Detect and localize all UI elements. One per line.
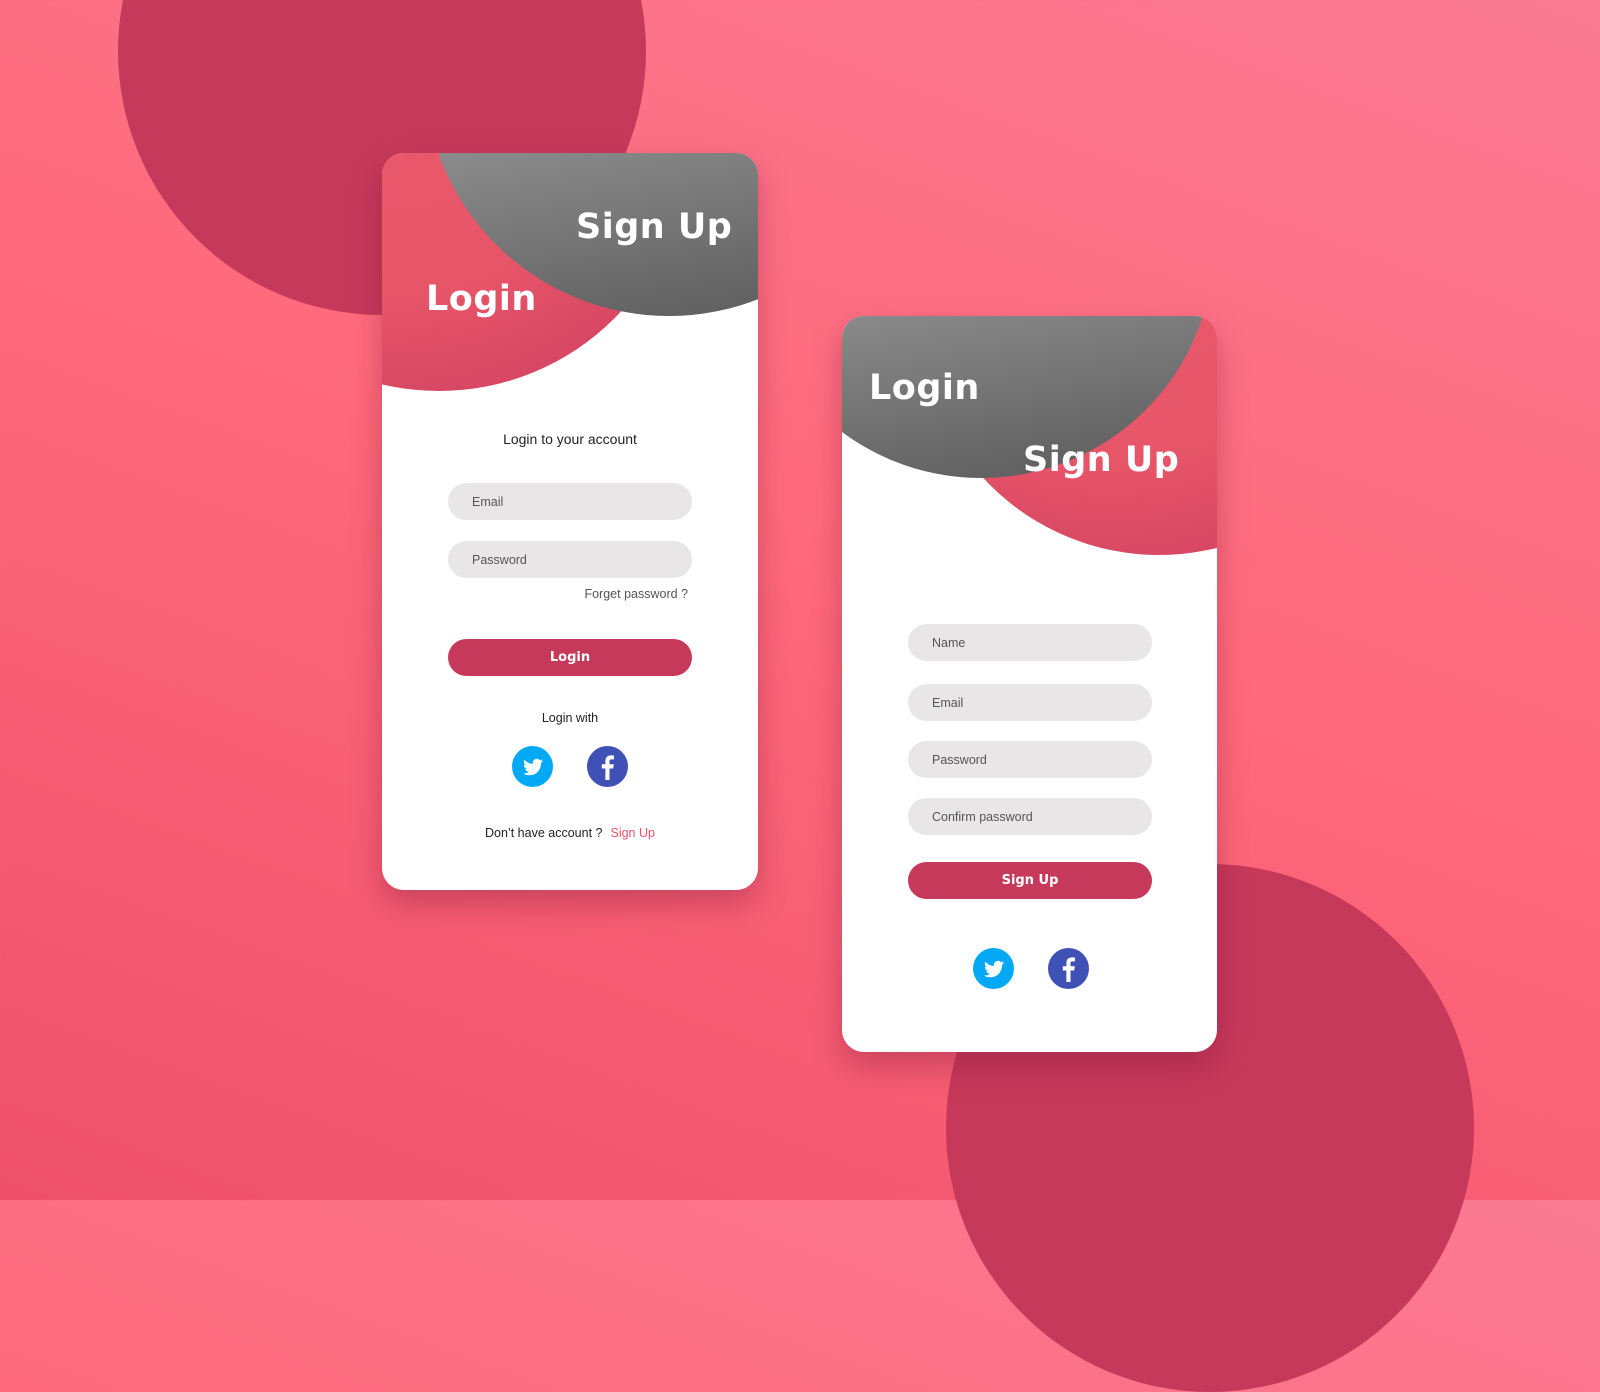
signup-tab-label[interactable]: Sign Up — [1023, 440, 1179, 480]
twitter-signup-button[interactable] — [973, 948, 1014, 989]
login-with-label: Login with — [541, 711, 599, 725]
facebook-login-button[interactable] — [587, 746, 628, 787]
signup-confirm-password-input[interactable] — [908, 798, 1152, 835]
login-button[interactable]: Login — [448, 639, 692, 676]
signup-prompt-text: Don’t have account ? — [485, 826, 603, 840]
login-tab-label[interactable]: Login — [869, 368, 980, 408]
login-password-input[interactable] — [448, 541, 692, 578]
signup-name-input[interactable] — [908, 624, 1152, 661]
forget-password-link[interactable]: Forget password ? — [584, 587, 688, 601]
twitter-icon — [522, 758, 543, 775]
twitter-login-button[interactable] — [512, 746, 553, 787]
login-tab-label[interactable]: Login — [426, 279, 537, 319]
login-card: Sign Up Login Login to your account Forg… — [382, 153, 758, 890]
facebook-icon — [601, 754, 614, 780]
signup-prompt: Don’t have account ? Sign Up — [382, 826, 758, 840]
signup-tab-label[interactable]: Sign Up — [576, 207, 732, 247]
signup-link[interactable]: Sign Up — [610, 826, 654, 840]
signup-button[interactable]: Sign Up — [908, 862, 1152, 899]
signup-card: Login Sign Up Sign Up — [842, 316, 1217, 1052]
login-email-input[interactable] — [448, 483, 692, 520]
signup-email-input[interactable] — [908, 684, 1152, 721]
facebook-icon — [1062, 956, 1075, 982]
facebook-signup-button[interactable] — [1048, 948, 1089, 989]
twitter-icon — [983, 960, 1004, 977]
signup-password-input[interactable] — [908, 741, 1152, 778]
login-subtitle: Login to your account — [503, 431, 637, 447]
